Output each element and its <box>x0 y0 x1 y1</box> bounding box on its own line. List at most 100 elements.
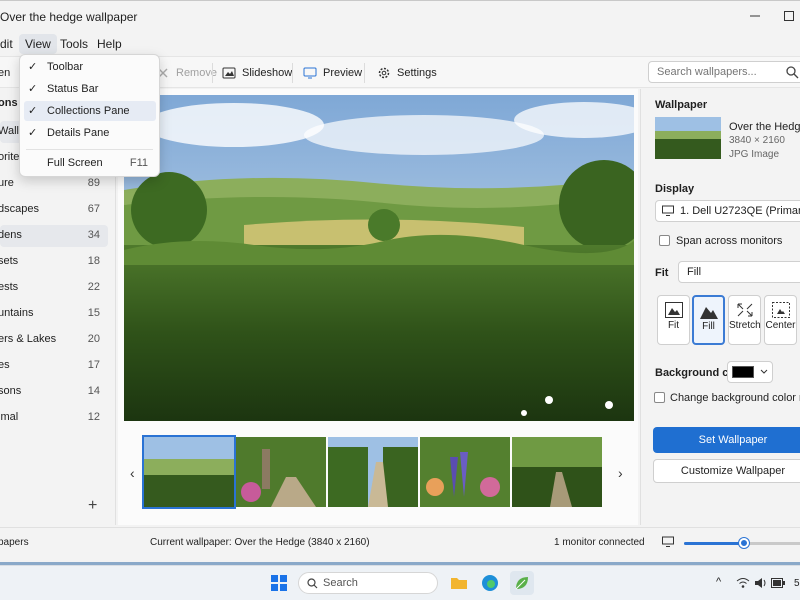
check-icon: ✓ <box>28 127 38 139</box>
settings-label: Settings <box>397 67 437 79</box>
maximize-button[interactable] <box>776 1 800 31</box>
status-monitors: 1 monitor connected <box>554 537 645 548</box>
open-button[interactable]: en <box>0 64 10 82</box>
random-bg-checkbox[interactable] <box>654 392 665 403</box>
monitor-icon <box>662 205 674 216</box>
collections-header: ons <box>0 97 18 109</box>
start-button[interactable] <box>267 571 291 595</box>
collection-item[interactable]: untains 15 <box>0 303 108 325</box>
collection-item[interactable]: sets 18 <box>0 251 108 273</box>
customize-wallpaper-button[interactable]: Customize Wallpaper <box>653 459 800 483</box>
settings-button[interactable]: Settings <box>377 64 437 82</box>
status-current-wallpaper: Current wallpaper: Over the Hedge (3840 … <box>150 537 370 548</box>
clock[interactable]: 5 <box>794 578 800 589</box>
search-box[interactable] <box>648 61 800 83</box>
thumbnail[interactable] <box>512 437 602 507</box>
collection-item[interactable]: imal 12 <box>0 407 108 429</box>
image-fit-icon <box>664 302 683 318</box>
set-wallpaper-button[interactable]: Set Wallpaper <box>653 427 800 453</box>
taskbar-search[interactable]: Search <box>298 572 438 594</box>
search-input[interactable] <box>657 66 787 78</box>
menu-help[interactable]: Help <box>91 34 128 54</box>
battery-icon[interactable] <box>771 578 785 588</box>
fit-value: Fill <box>687 266 702 278</box>
check-icon: ✓ <box>28 83 38 95</box>
chevron-left-icon[interactable]: ‹ <box>130 465 135 481</box>
monitor-icon <box>303 67 317 79</box>
menu-tools[interactable]: Tools <box>54 34 94 54</box>
search-icon <box>307 578 318 589</box>
zoom-slider-fill <box>684 542 744 545</box>
remove-button[interactable]: Remove <box>156 64 217 82</box>
collection-item[interactable]: sons 14 <box>0 381 108 403</box>
span-monitors-label: Span across monitors <box>676 235 783 247</box>
thumbnail[interactable] <box>328 437 418 507</box>
edge-icon <box>482 575 498 591</box>
fit-option-center[interactable]: Center <box>764 295 797 345</box>
fit-select[interactable]: Fill <box>678 261 800 283</box>
thumbnail-strip: ‹ › <box>118 429 638 515</box>
wallpaper-app-taskbar-button[interactable] <box>510 571 534 595</box>
edge-browser-button[interactable] <box>478 571 502 595</box>
menu-item-details-pane[interactable]: ✓ Details Pane <box>24 123 156 143</box>
check-icon: ✓ <box>28 105 38 117</box>
menu-item-toolbar[interactable]: ✓ Toolbar <box>24 57 156 77</box>
zoom-slider[interactable] <box>684 538 800 548</box>
menu-item-collections-pane[interactable]: ✓ Collections Pane <box>24 101 156 121</box>
preview-area: ‹ › <box>118 89 638 525</box>
preview-label: Preview <box>323 67 363 79</box>
zoom-slider-handle[interactable] <box>739 538 749 548</box>
menu-edit[interactable]: dit <box>0 34 19 54</box>
wallpaper-name: Over the Hedge <box>729 121 800 133</box>
menu-item-full-screen[interactable]: Full Screen F11 <box>24 153 156 173</box>
random-bg-label: Change background color randomly <box>670 392 800 404</box>
collection-item[interactable]: dscapes 67 <box>0 199 108 221</box>
app-window: Over the hedge wallpaper dit View Tools … <box>0 0 800 562</box>
stretch-icon <box>737 303 752 317</box>
collection-item[interactable]: ers & Lakes 20 <box>0 329 108 351</box>
collection-item[interactable]: ests 22 <box>0 277 108 299</box>
fit-option-stretch[interactable]: Stretch <box>728 295 761 345</box>
thumbnail[interactable] <box>142 435 236 509</box>
wallpaper-type: JPG Image <box>729 149 780 160</box>
image-fill-icon <box>699 307 718 319</box>
center-icon <box>771 302 790 318</box>
display-value: 1. Dell U2723QE (Primary) <box>680 205 800 217</box>
fit-option-fit[interactable]: Fit <box>657 295 690 345</box>
add-collection-button[interactable]: + <box>88 497 97 515</box>
title-bar: Over the hedge wallpaper <box>0 1 800 31</box>
toolbar-divider <box>212 63 213 83</box>
chevron-right-icon[interactable]: › <box>618 465 623 481</box>
status-bar: papers Current wallpaper: Over the Hedge… <box>0 527 800 555</box>
open-label: en <box>0 67 11 79</box>
folder-icon <box>451 578 467 589</box>
menu-view[interactable]: View <box>19 34 57 54</box>
wifi-icon[interactable] <box>736 577 750 589</box>
wallpaper-thumbnail <box>655 117 721 159</box>
file-explorer-button[interactable] <box>447 571 471 595</box>
slideshow-label: Slideshow <box>242 67 293 79</box>
background-color-picker[interactable] <box>727 361 773 383</box>
collection-item[interactable]: dens 34 <box>0 225 108 247</box>
fit-option-fill[interactable]: Fill <box>692 295 725 345</box>
chevron-up-icon[interactable]: ^ <box>716 576 721 588</box>
color-swatch <box>732 366 754 378</box>
slideshow-button[interactable]: Slideshow <box>222 64 292 82</box>
collection-item[interactable]: es17 <box>0 355 108 377</box>
monitor-icon <box>662 536 674 547</box>
span-monitors-checkbox[interactable] <box>659 235 670 246</box>
minimize-button[interactable] <box>742 1 768 31</box>
display-select[interactable]: 1. Dell U2723QE (Primary) <box>655 200 800 222</box>
thumbnail[interactable] <box>236 437 326 507</box>
wallpaper-resolution: 3840 × 2160 <box>729 135 785 146</box>
taskbar-search-label: Search <box>323 577 358 589</box>
preview-button[interactable]: Preview <box>303 64 362 82</box>
details-pane: Wallpaper Over the Hedge 3840 × 2160 JPG… <box>640 89 800 525</box>
search-icon <box>786 66 799 79</box>
fit-label: Fit <box>655 267 669 279</box>
speaker-icon[interactable] <box>754 577 768 589</box>
thumbnail[interactable] <box>420 437 510 507</box>
display-header: Display <box>655 183 695 195</box>
menu-item-status-bar[interactable]: ✓ Status Bar <box>24 79 156 99</box>
window-title: Over the hedge wallpaper <box>0 10 138 24</box>
